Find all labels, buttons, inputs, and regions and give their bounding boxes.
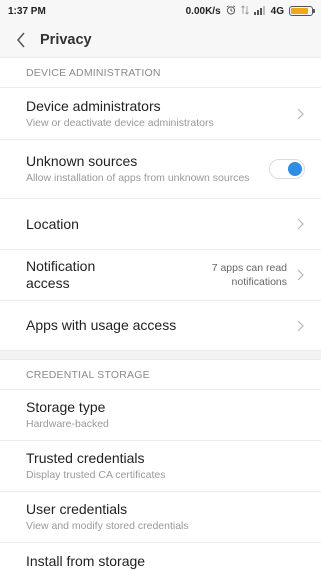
item-subtitle: View or deactivate device administrators [26,116,214,129]
item-title: Location [26,215,79,232]
network-speed: 0.00K/s [185,5,221,17]
status-bar: 1:37 PM 0.00K/s 4G [0,0,321,22]
section-header-credential-storage: CREDENTIAL STORAGE [0,360,321,390]
chevron-right-icon [295,268,305,282]
signal-icon [253,5,266,18]
section-divider [0,351,321,360]
unknown-sources-item[interactable]: Unknown sources Allow installation of ap… [0,140,321,199]
status-indicators: 0.00K/s 4G [185,4,315,18]
trusted-credentials-item[interactable]: Trusted credentials Display trusted CA c… [0,441,321,492]
item-title: Notification access [26,258,96,291]
install-from-storage-item[interactable]: Install from storage [0,543,321,570]
item-title: Unknown sources [26,153,138,170]
location-item[interactable]: Location [0,199,321,250]
item-subtitle: Display trusted CA certificates [26,469,166,482]
device-administrators-item[interactable]: Device administrators View or deactivate… [0,88,321,140]
item-title: Install from storage [26,552,146,569]
item-subtitle: Hardware-backed [26,418,109,431]
usage-access-item[interactable]: Apps with usage access [0,301,321,351]
user-credentials-item[interactable]: User credentials View and modify stored … [0,492,321,543]
status-time: 1:37 PM [8,5,46,17]
item-title: Apps with usage access [26,317,177,333]
battery-icon [289,6,315,16]
back-button[interactable] [10,29,32,51]
battery-fill [291,8,309,14]
section-header-device-administration: DEVICE ADMINISTRATION [0,58,321,88]
page-title: Privacy [40,31,92,48]
unknown-sources-toggle[interactable] [269,159,305,179]
item-subtitle: Allow installation of apps from unknown … [26,172,250,185]
app-header: Privacy [0,22,321,58]
chevron-left-icon [17,32,25,47]
data-transfer-icon [240,4,249,18]
item-title: User credentials [26,501,128,518]
network-type: 4G [270,5,284,17]
storage-type-item: Storage type Hardware-backed [0,390,321,441]
item-title: Trusted credentials [26,450,145,467]
notification-access-item[interactable]: Notification access 7 apps can read noti… [0,250,321,301]
item-title: Storage type [26,399,106,416]
chevron-right-icon [295,107,305,121]
item-subtitle: View and modify stored credentials [26,520,189,533]
chevron-right-icon [295,217,305,231]
notification-access-value: 7 apps can read notifications [211,262,287,288]
toggle-knob [288,162,302,176]
alarm-icon [226,4,236,18]
item-title: Device administrators [26,97,161,114]
chevron-right-icon [295,319,305,333]
